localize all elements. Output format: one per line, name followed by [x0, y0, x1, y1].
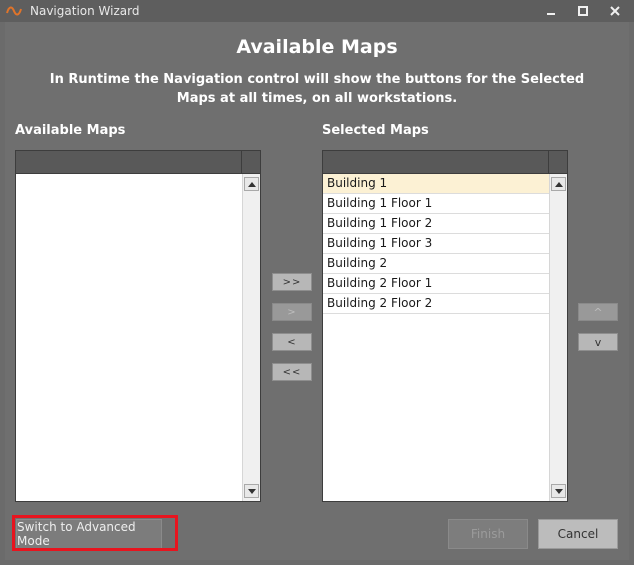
scroll-up-button[interactable] — [551, 177, 566, 191]
wave-logo-icon — [6, 6, 22, 16]
selected-maps-label: Selected Maps — [322, 123, 429, 138]
triangle-down-icon — [247, 488, 256, 494]
list-item[interactable]: Building 2 — [323, 254, 549, 274]
move-down-button[interactable]: v — [578, 333, 618, 351]
scroll-down-button[interactable] — [551, 484, 566, 498]
triangle-down-icon — [554, 488, 563, 494]
title-bar: Navigation Wizard — [0, 0, 634, 22]
highlight-box — [12, 515, 178, 551]
triangle-up-icon — [247, 181, 256, 187]
selected-scrollbar[interactable] — [549, 174, 567, 501]
list-item[interactable]: Building 1 — [323, 174, 549, 194]
list-item[interactable]: Building 2 Floor 2 — [323, 294, 549, 314]
list-item[interactable]: Building 1 Floor 1 — [323, 194, 549, 214]
minimize-button[interactable] — [540, 2, 562, 20]
maximize-button[interactable] — [572, 2, 594, 20]
window-title: Navigation Wizard — [30, 4, 140, 18]
add-button[interactable]: > — [272, 303, 312, 321]
close-button[interactable] — [604, 2, 626, 20]
add-all-button[interactable]: >> — [272, 273, 312, 291]
available-items — [16, 174, 242, 501]
scroll-up-button[interactable] — [244, 177, 259, 191]
list-header — [16, 151, 260, 174]
triangle-up-icon — [554, 181, 563, 187]
minimize-icon — [547, 13, 555, 15]
available-maps-label: Available Maps — [15, 123, 126, 138]
page-subtitle: In Runtime the Navigation control will s… — [49, 72, 585, 106]
list-item[interactable]: Building 1 Floor 2 — [323, 214, 549, 234]
list-item[interactable]: Building 1 Floor 3 — [323, 234, 549, 254]
remove-all-button[interactable]: << — [272, 363, 312, 381]
scroll-down-button[interactable] — [244, 484, 259, 498]
remove-button[interactable]: < — [272, 333, 312, 351]
finish-button[interactable]: Finish — [448, 519, 528, 549]
maximize-icon — [578, 6, 588, 16]
close-icon — [610, 6, 620, 16]
page-title: Available Maps — [236, 36, 398, 58]
selected-items: Building 1 Building 1 Floor 1 Building 1 F… — [323, 174, 549, 501]
available-scrollbar[interactable] — [242, 174, 260, 501]
header-divider — [241, 151, 242, 173]
list-header — [323, 151, 567, 174]
header-divider — [548, 151, 549, 173]
cancel-button[interactable]: Cancel — [538, 519, 618, 549]
available-maps-list[interactable] — [15, 150, 261, 502]
list-item[interactable]: Building 2 Floor 1 — [323, 274, 549, 294]
move-up-button[interactable]: ^ — [578, 303, 618, 321]
selected-maps-list[interactable]: Building 1 Building 1 Floor 1 Building 1 F… — [322, 150, 568, 502]
